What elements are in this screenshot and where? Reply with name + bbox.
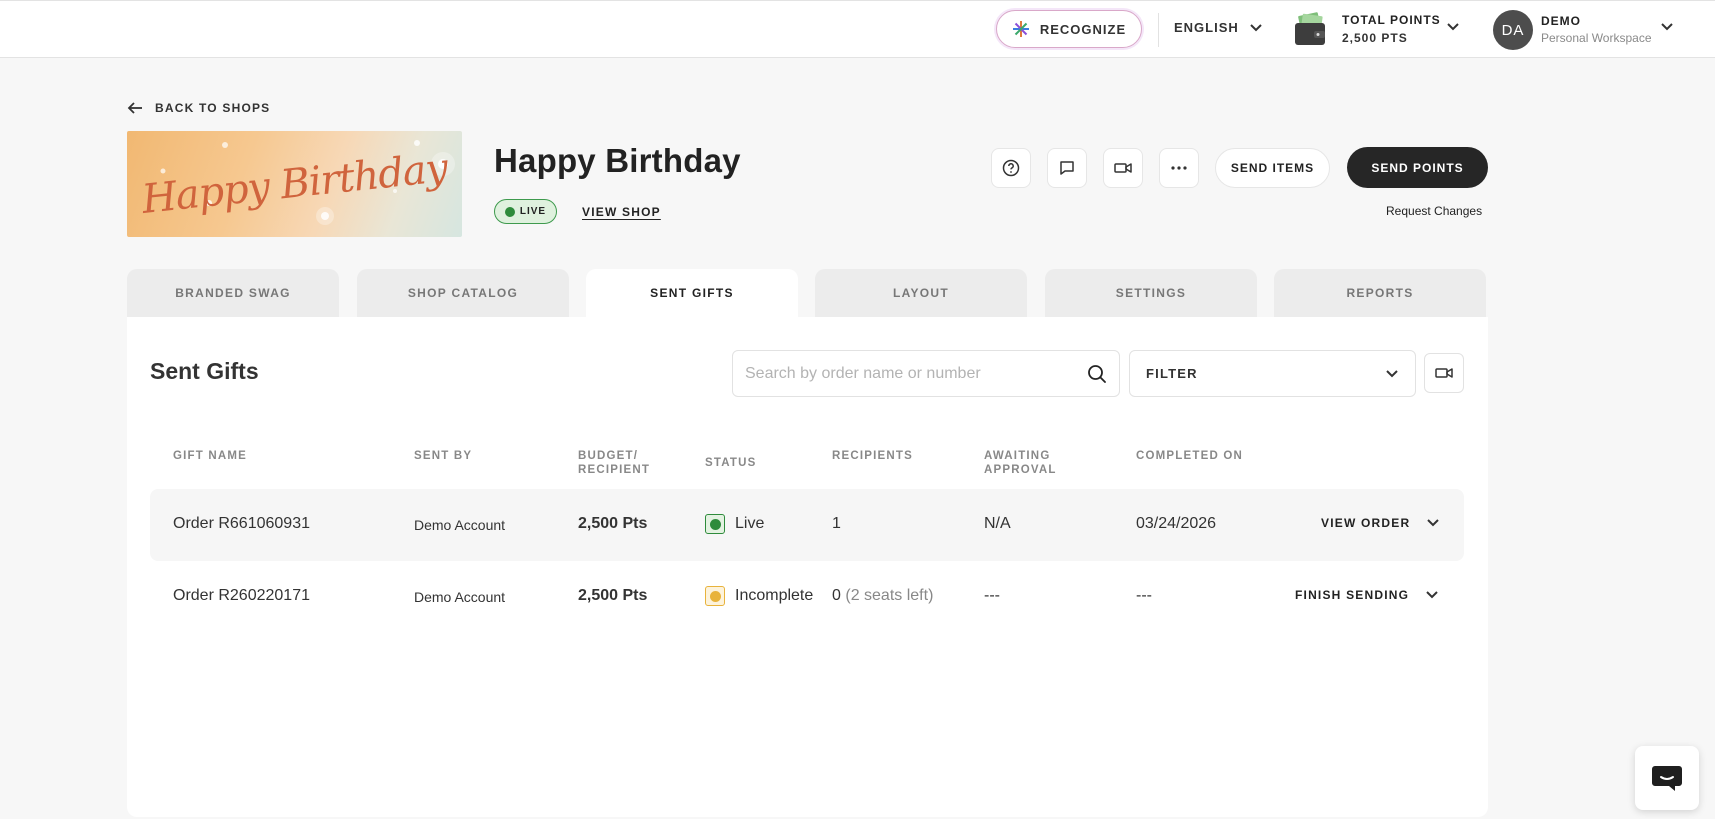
page-title: Happy Birthday	[494, 142, 741, 179]
chevron-down-icon[interactable]	[1446, 22, 1460, 32]
status-badge-label: LIVE	[519, 206, 547, 217]
user-menu[interactable]: DEMO Personal Workspace	[1541, 13, 1652, 47]
status-cell: Live	[705, 514, 764, 534]
table-row[interactable]: Order R661060931 Demo Account 2,500 Pts …	[150, 489, 1464, 561]
finish-sending-button[interactable]: FINISH SENDING	[1295, 588, 1439, 602]
tab-layout[interactable]: LAYOUT	[815, 269, 1027, 317]
points-title: TOTAL POINTS	[1342, 13, 1441, 27]
points-value: 2,500 PTS	[1342, 31, 1408, 45]
header-budget: BUDGET/ RECIPIENT	[578, 449, 650, 477]
recipients: 1	[832, 515, 841, 532]
comment-icon	[1060, 161, 1074, 175]
recognize-button[interactable]: RECOGNIZE	[996, 10, 1142, 48]
sent-by: Demo Account	[414, 589, 506, 605]
sparkle-icon	[1012, 21, 1029, 37]
tab-settings[interactable]: SETTINGS	[1045, 269, 1257, 317]
help-icon	[1002, 159, 1020, 177]
chevron-down-icon	[1386, 369, 1398, 377]
divider	[1158, 13, 1159, 47]
chevron-down-icon[interactable]	[1425, 590, 1439, 600]
status-cell: Incomplete	[705, 586, 813, 606]
help-button[interactable]	[991, 148, 1031, 188]
status-label: Live	[735, 515, 765, 532]
header-completed-on: COMPLETED ON	[1136, 450, 1244, 462]
chevron-down-icon[interactable]	[1426, 518, 1440, 528]
user-name: DEMO	[1541, 14, 1581, 28]
video-camera-icon	[1114, 163, 1132, 173]
recipients: 0 (2 seats left)	[832, 587, 933, 605]
more-options-button[interactable]	[1159, 148, 1199, 188]
search-input[interactable]	[745, 351, 1075, 396]
tab-sent-gifts[interactable]: SENT GIFTS	[586, 269, 798, 317]
back-to-shops-link[interactable]: BACK TO SHOPS	[127, 101, 270, 115]
recognize-label: RECOGNIZE	[1039, 21, 1127, 37]
chevron-down-icon	[1250, 23, 1262, 31]
wallet-icon	[1295, 12, 1325, 45]
seats-left-note: (2 seats left)	[845, 587, 934, 604]
action-label: FINISH SENDING	[1295, 588, 1410, 602]
status-incomplete-icon	[705, 586, 725, 606]
shop-banner-image: Happy Birthday	[127, 131, 462, 237]
recipients-count: 0	[832, 587, 841, 604]
header-awaiting-line1: AWAITING	[984, 450, 1051, 462]
table-row[interactable]: Order R260220171 Demo Account 2,500 Pts …	[150, 561, 1464, 633]
view-shop-link[interactable]: VIEW SHOP	[582, 205, 661, 219]
status-badge: LIVE	[494, 199, 557, 224]
header-budget-line1: BUDGET/	[578, 450, 639, 462]
video-camera-icon	[1435, 368, 1453, 378]
send-points-button[interactable]: SEND POINTS	[1347, 147, 1488, 188]
status-live-icon	[705, 514, 725, 534]
header-recipients: RECIPIENTS	[832, 450, 914, 462]
tab-shop-catalog[interactable]: SHOP CATALOG	[357, 269, 569, 317]
completed-on: ---	[1136, 587, 1152, 604]
search-box	[732, 350, 1120, 397]
video-button[interactable]	[1103, 148, 1143, 188]
top-bar: RECOGNIZE ENGLISH TOTAL POINTS 2,500 PTS…	[0, 0, 1715, 58]
avatar[interactable]: DA	[1493, 10, 1533, 50]
panel-title: Sent Gifts	[150, 358, 259, 384]
language-label: ENGLISH	[1174, 20, 1239, 35]
budget: 2,500 Pts	[578, 515, 648, 532]
gift-name: Order R260220171	[173, 587, 310, 604]
action-label: VIEW ORDER	[1321, 516, 1411, 530]
awaiting-approval: ---	[984, 587, 1000, 604]
total-points: TOTAL POINTS 2,500 PTS	[1342, 11, 1441, 47]
status-dot	[504, 206, 515, 217]
video-tutorial-button[interactable]	[1424, 353, 1464, 393]
header-sent-by: SENT BY	[414, 450, 473, 462]
awaiting-approval: N/A	[984, 515, 1011, 532]
banner-text: Happy Birthday	[139, 145, 450, 223]
back-label: BACK TO SHOPS	[155, 101, 271, 115]
tab-branded-swag[interactable]: BRANDED SWAG	[127, 269, 339, 317]
workspace-name: Personal Workspace	[1541, 31, 1652, 45]
tab-reports[interactable]: REPORTS	[1274, 269, 1486, 317]
filter-label: FILTER	[1146, 366, 1198, 381]
send-items-button[interactable]: SEND ITEMS	[1215, 148, 1330, 188]
request-changes-link[interactable]: Request Changes	[1386, 204, 1482, 218]
search-icon[interactable]	[1087, 364, 1107, 384]
completed-on: 03/24/2026	[1136, 515, 1217, 532]
arrow-left-icon	[127, 102, 142, 114]
ellipsis-icon	[1171, 166, 1187, 170]
header-budget-line2: RECIPIENT	[578, 464, 651, 476]
chevron-down-icon[interactable]	[1660, 22, 1674, 32]
header-status: STATUS	[705, 457, 757, 469]
comment-button[interactable]	[1047, 148, 1087, 188]
status-label: Incomplete	[735, 587, 814, 604]
chat-icon	[1652, 766, 1682, 791]
header-awaiting-approval: AWAITING APPROVAL	[984, 449, 1057, 477]
filter-dropdown[interactable]: FILTER	[1129, 350, 1416, 397]
chat-widget-button[interactable]	[1635, 746, 1699, 810]
sent-by: Demo Account	[414, 517, 506, 533]
header-gift-name: GIFT NAME	[173, 450, 248, 462]
gift-name: Order R661060931	[173, 515, 310, 532]
view-order-button[interactable]: VIEW ORDER	[1321, 516, 1440, 530]
language-selector[interactable]: ENGLISH	[1174, 20, 1263, 35]
header-awaiting-line2: APPROVAL	[984, 464, 1057, 476]
budget: 2,500 Pts	[578, 587, 648, 604]
